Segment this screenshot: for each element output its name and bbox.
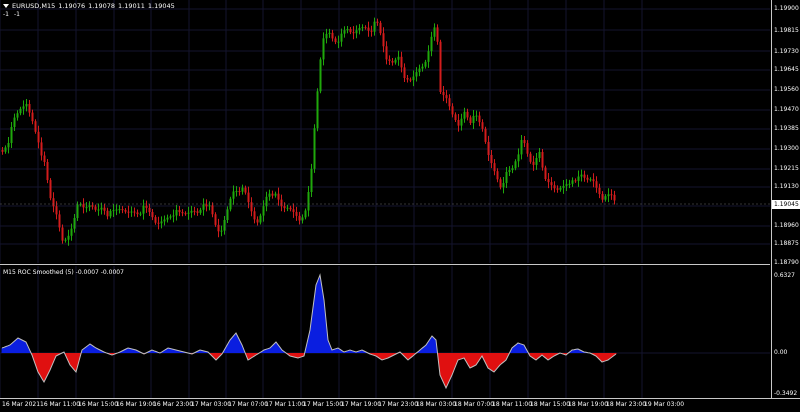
- price-tick: 1.19470: [774, 106, 799, 113]
- price-tick: 1.18875: [774, 240, 799, 247]
- time-tick: 16 Mar 23:00: [153, 401, 194, 408]
- time-tick: 19 Mar 03:00: [644, 401, 685, 408]
- ohlc-open: 1.19076: [58, 2, 86, 10]
- current-price-label: 1.19045: [772, 200, 800, 209]
- price-tick: 1.19900: [774, 5, 799, 12]
- sub-label: -1: [3, 11, 9, 18]
- price-tick: 1.19645: [774, 66, 799, 73]
- time-tick: 16 Mar 11:00: [40, 401, 81, 408]
- ohlc-close: 1.19045: [147, 2, 175, 10]
- time-tick: 18 Mar 07:00: [454, 401, 495, 408]
- indicator-title: M15 ROC Smoothed (5) -0.0007 -0.0007: [3, 269, 124, 276]
- chart-window[interactable]: EURUSD,M15 1.19076 1.19078 1.19011 1.190…: [0, 0, 800, 411]
- roc-line: [1, 273, 617, 390]
- symbol-name: EURUSD,M15: [12, 2, 56, 10]
- time-tick: 16 Mar 19:00: [116, 401, 157, 408]
- time-tick: 18 Mar 03:00: [416, 401, 457, 408]
- indicator-tick: -0.3492: [774, 390, 798, 397]
- time-tick: 18 Mar 11:00: [492, 401, 533, 408]
- price-tick: 1.19560: [774, 86, 799, 93]
- price-tick: 1.19130: [774, 183, 799, 190]
- time-tick: 17 Mar 11:00: [265, 401, 306, 408]
- time-tick: 18 Mar 15:00: [530, 401, 571, 408]
- price-tick: 1.19300: [774, 145, 799, 152]
- indicator-tick: 0.00: [774, 349, 788, 356]
- price-tick: 1.18960: [774, 222, 799, 229]
- sub-header: -1 -1: [3, 11, 20, 18]
- time-tick: 17 Mar 03:00: [191, 401, 232, 408]
- ohlc-low: 1.19011: [118, 2, 145, 10]
- price-tick: 1.19730: [774, 48, 799, 55]
- dropdown-triangle-icon[interactable]: [3, 4, 9, 8]
- price-axis[interactable]: [771, 0, 800, 398]
- roc-histogram[interactable]: [0, 0, 800, 411]
- time-tick: 17 Mar 07:00: [228, 401, 269, 408]
- time-tick: 16 Mar 15:00: [78, 401, 119, 408]
- price-tick: 1.19815: [774, 27, 799, 34]
- panel-separator[interactable]: [0, 264, 770, 265]
- time-tick: 17 Mar 19:00: [341, 401, 382, 408]
- time-tick: 18 Mar 19:00: [568, 401, 609, 408]
- time-tick: 17 Mar 15:00: [303, 401, 344, 408]
- price-tick: 1.19385: [774, 125, 799, 132]
- time-tick: 16 Mar 2021: [2, 401, 41, 408]
- indicator-tick: 0.6327: [774, 272, 795, 279]
- price-tick: 1.19215: [774, 165, 799, 172]
- time-tick: 18 Mar 23:00: [606, 401, 647, 408]
- sub-label: -1: [13, 11, 20, 18]
- symbol-header: EURUSD,M15 1.19076 1.19078 1.19011 1.190…: [3, 2, 175, 10]
- price-tick: 1.18790: [774, 259, 799, 266]
- time-tick: 17 Mar 23:00: [378, 401, 419, 408]
- ohlc-high: 1.19078: [88, 2, 115, 10]
